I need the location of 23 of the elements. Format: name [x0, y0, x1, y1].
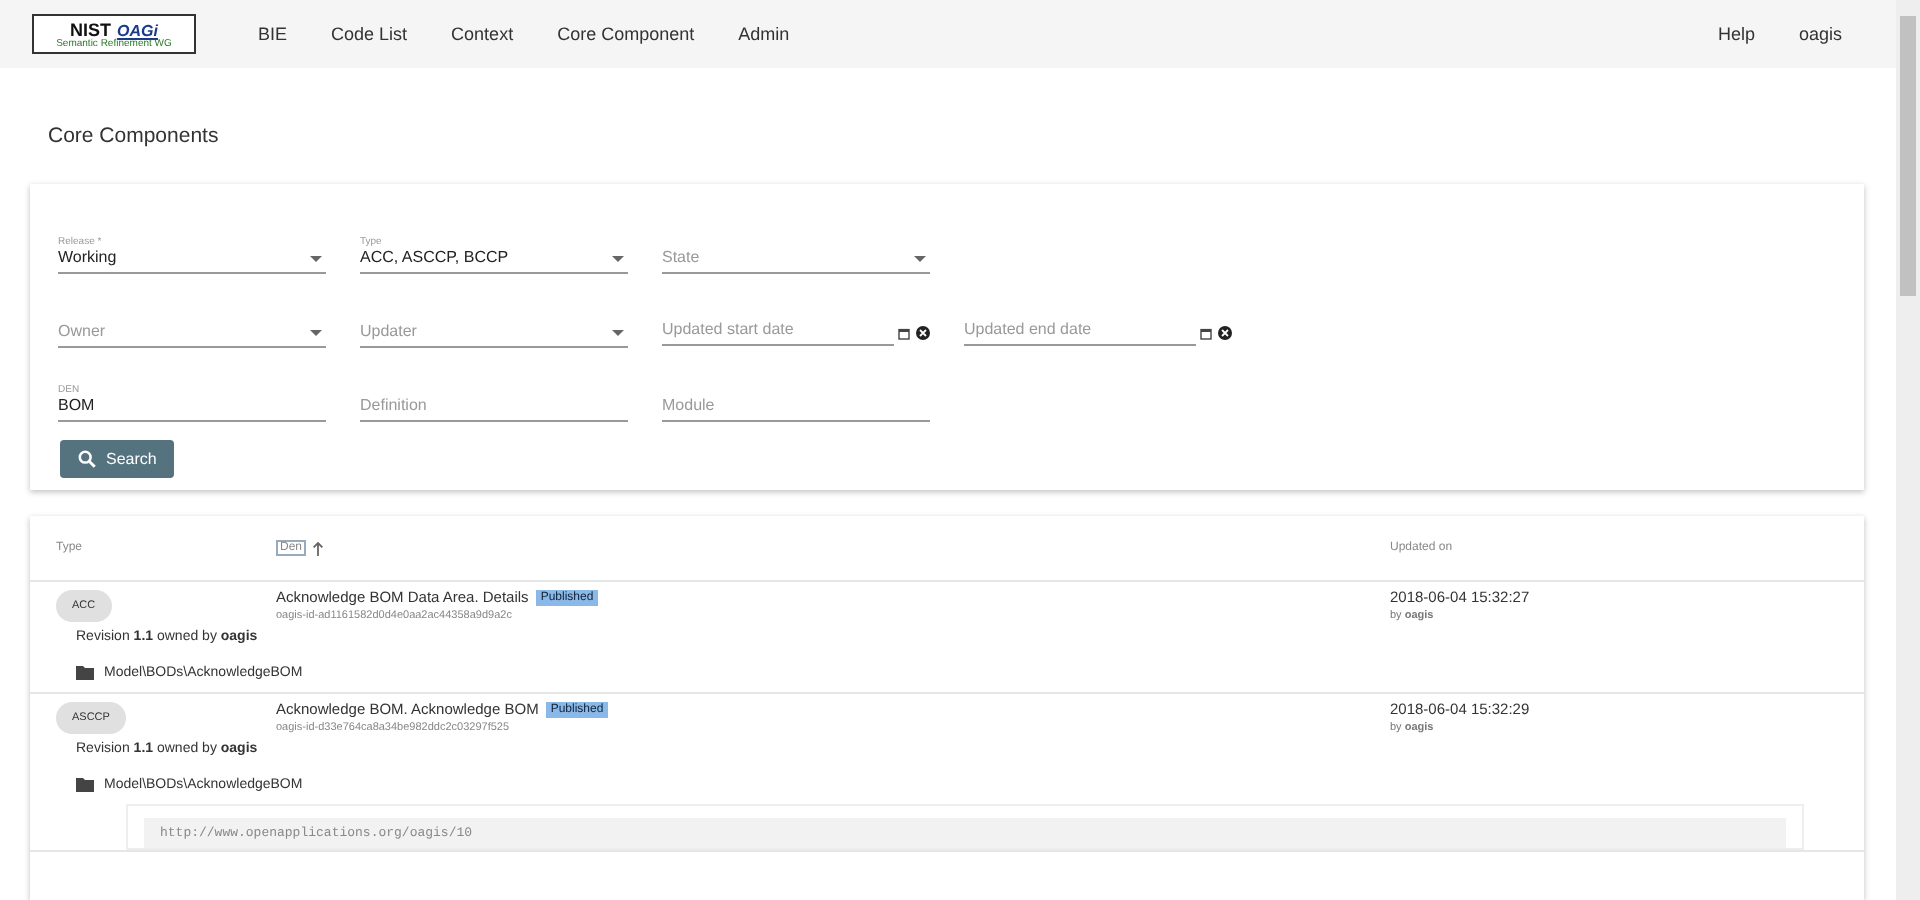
folder-icon — [76, 778, 94, 792]
caret-icon — [612, 330, 624, 336]
nav-link[interactable]: Context — [429, 24, 536, 44]
nav-link[interactable]: Help — [1695, 24, 1777, 44]
sort-arrow-icon — [312, 541, 325, 555]
clear-icon[interactable] — [1218, 326, 1232, 340]
scrollbar[interactable] — [1896, 0, 1920, 900]
caret-icon — [310, 330, 322, 336]
search-icon — [78, 450, 96, 468]
folder-icon — [76, 666, 94, 680]
clear-icon[interactable] — [916, 326, 930, 340]
calendar-icon[interactable] — [898, 327, 910, 339]
caret-icon — [310, 256, 322, 262]
caret-icon — [612, 256, 624, 262]
search-button[interactable]: Search — [60, 440, 175, 478]
nav-link[interactable]: oagis — [1776, 24, 1864, 44]
nav-link[interactable]: BIE — [236, 24, 310, 44]
nav-link[interactable]: Core Component — [535, 24, 717, 44]
nav-link[interactable]: Admin — [716, 24, 812, 44]
caret-icon — [914, 256, 926, 262]
nav-link[interactable]: Code List — [309, 24, 430, 44]
page-title: Core Components — [48, 124, 221, 152]
calendar-icon[interactable] — [1200, 327, 1212, 339]
